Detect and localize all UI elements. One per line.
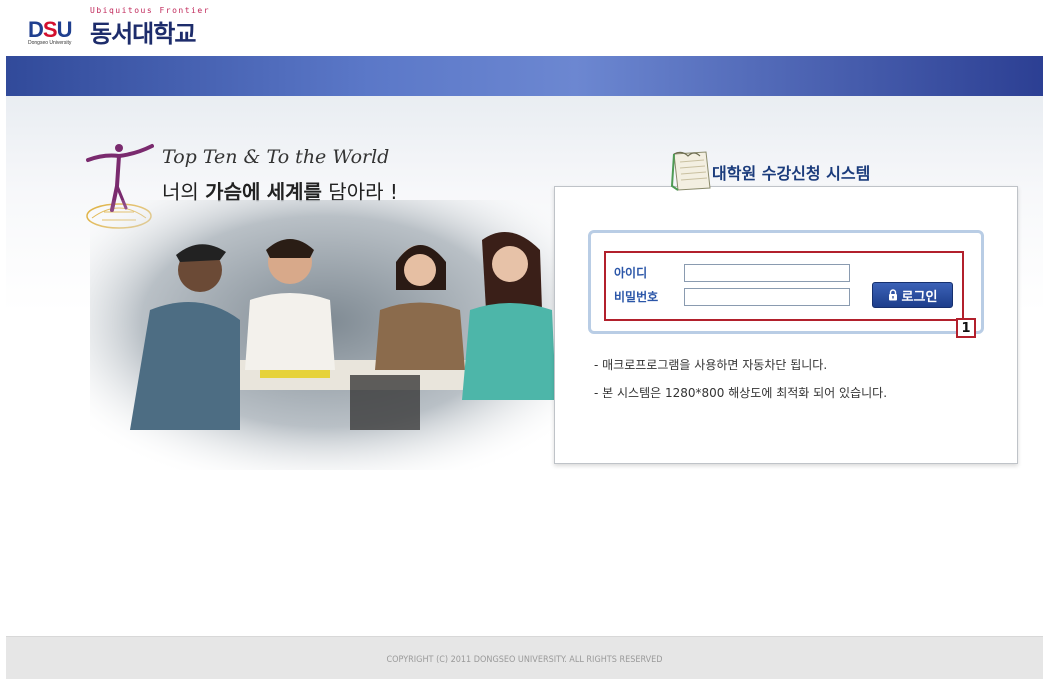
annotation-marker: 1 (956, 318, 976, 338)
login-panel-header: 대학원 수강신청 시스템 (668, 148, 928, 193)
id-label: 아이디 (614, 266, 648, 280)
password-input[interactable] (684, 288, 850, 306)
slogan-english: Top Ten & To the World (162, 146, 390, 168)
copyright-text: COPYRIGHT (C) 2011 DONGSEO UNIVERSITY. A… (386, 655, 663, 665)
lock-icon (888, 289, 897, 301)
footer: COPYRIGHT (C) 2011 DONGSEO UNIVERSITY. A… (6, 636, 1043, 679)
login-button-label: 로그인 (901, 289, 938, 305)
logo-name: 동서대학교 (90, 20, 196, 48)
notice-macro: - 매크로프로그램을 사용하면 자동차단 됩니다. (594, 358, 828, 372)
dsu-logo-mark: DSU (28, 17, 72, 42)
password-label: 비밀번호 (614, 290, 659, 304)
notice-resolution: - 본 시스템은 1280*800 해상도에 최적화 되어 있습니다. (594, 386, 888, 400)
login-button[interactable]: 로그인 (872, 282, 953, 308)
university-logo[interactable]: Ubiquitous Frontier DSU Dongseo Universi… (28, 6, 228, 48)
logo-subtitle: Dongseo University (28, 40, 72, 46)
top-navigation-bar (6, 56, 1043, 96)
calendar-icon (670, 151, 711, 191)
login-panel-title: 대학원 수강신청 시스템 (712, 164, 871, 183)
id-input[interactable] (684, 264, 850, 282)
students-photo (90, 200, 560, 470)
